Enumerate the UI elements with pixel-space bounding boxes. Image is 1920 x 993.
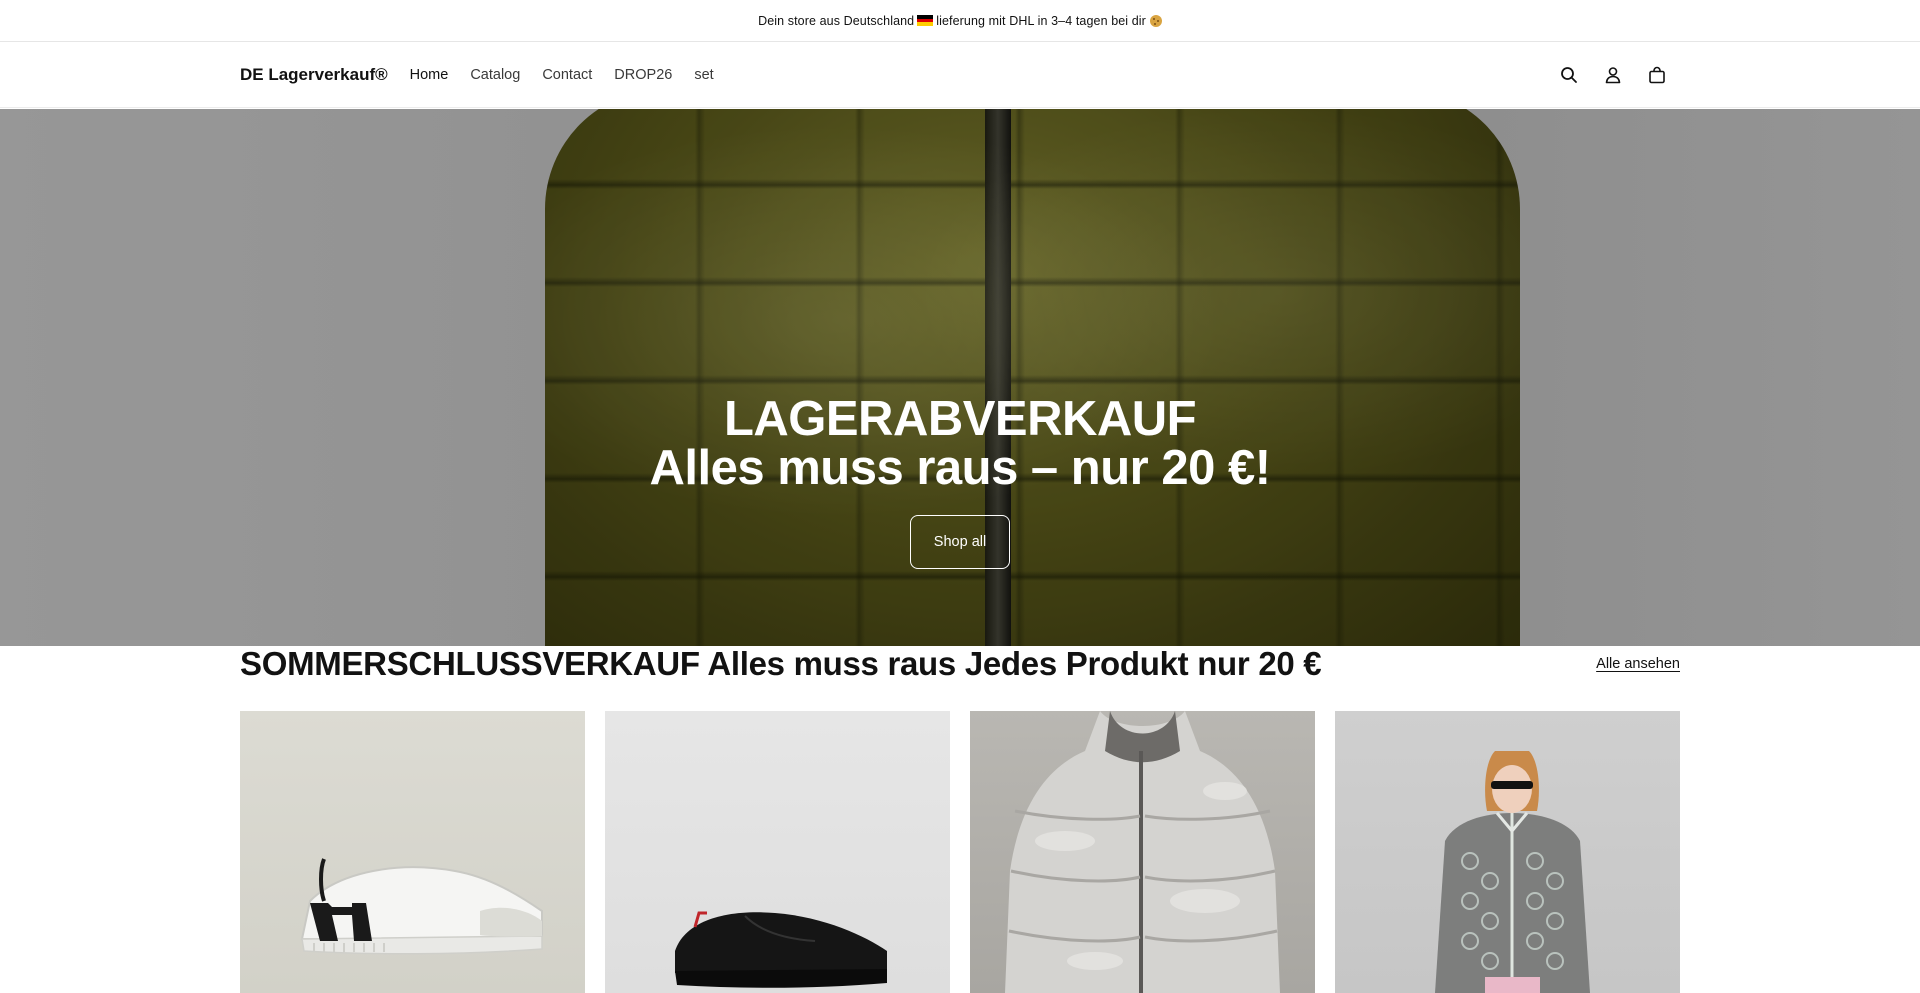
nav-item-set[interactable]: set (694, 67, 713, 83)
main-nav: Home Catalog Contact DROP26 set (410, 67, 736, 83)
germany-flag-icon (917, 15, 934, 26)
shop-all-button[interactable]: Shop all (910, 515, 1010, 569)
search-icon[interactable] (1558, 64, 1580, 86)
product-image-monogram-jacket (1435, 751, 1590, 993)
product-image-white-sneaker (300, 858, 543, 955)
product-card[interactable] (970, 711, 1315, 993)
nav-item-catalog[interactable]: Catalog (470, 67, 520, 83)
view-all-link[interactable]: Alle ansehen (1596, 656, 1680, 672)
product-card[interactable] (1335, 711, 1680, 993)
cart-icon[interactable] (1646, 64, 1668, 86)
product-image-black-sneaker (675, 911, 887, 988)
hero-content: LAGERABVERKAUF Alles muss raus – nur 20 … (0, 395, 1920, 569)
collection-title: SOMMERSCHLUSSVERKAUF Alles muss raus Jed… (240, 645, 1322, 682)
announcement-bar: Dein store aus Deutschland lieferung mit… (0, 0, 1920, 42)
product-grid (240, 711, 1680, 993)
account-icon[interactable] (1602, 64, 1624, 86)
hero-banner: LAGERABVERKAUF Alles muss raus – nur 20 … (0, 109, 1920, 646)
nav-item-drop26[interactable]: DROP26 (614, 67, 672, 83)
cookie-icon (1149, 14, 1162, 27)
store-logo[interactable]: DE Lagerverkauf® (240, 65, 388, 85)
header-icons (1558, 64, 1680, 86)
product-card[interactable] (605, 711, 950, 993)
announcement-text-end: lieferung mit DHL in 3–4 tagen bei dir (936, 13, 1146, 28)
collection-header: SOMMERSCHLUSSVERKAUF Alles muss raus Jed… (240, 644, 1680, 684)
announcement-text-start: Dein store aus Deutschland (758, 13, 915, 28)
product-card[interactable] (240, 711, 585, 993)
nav-item-contact[interactable]: Contact (542, 67, 592, 83)
hero-title: LAGERABVERKAUF (723, 392, 1197, 446)
nav-item-home[interactable]: Home (410, 67, 449, 83)
hero-subtitle: Alles muss raus – nur 20 €! (649, 441, 1271, 495)
product-image-camo-puffer (1005, 711, 1280, 993)
site-header: DE Lagerverkauf® Home Catalog Contact DR… (0, 42, 1920, 108)
